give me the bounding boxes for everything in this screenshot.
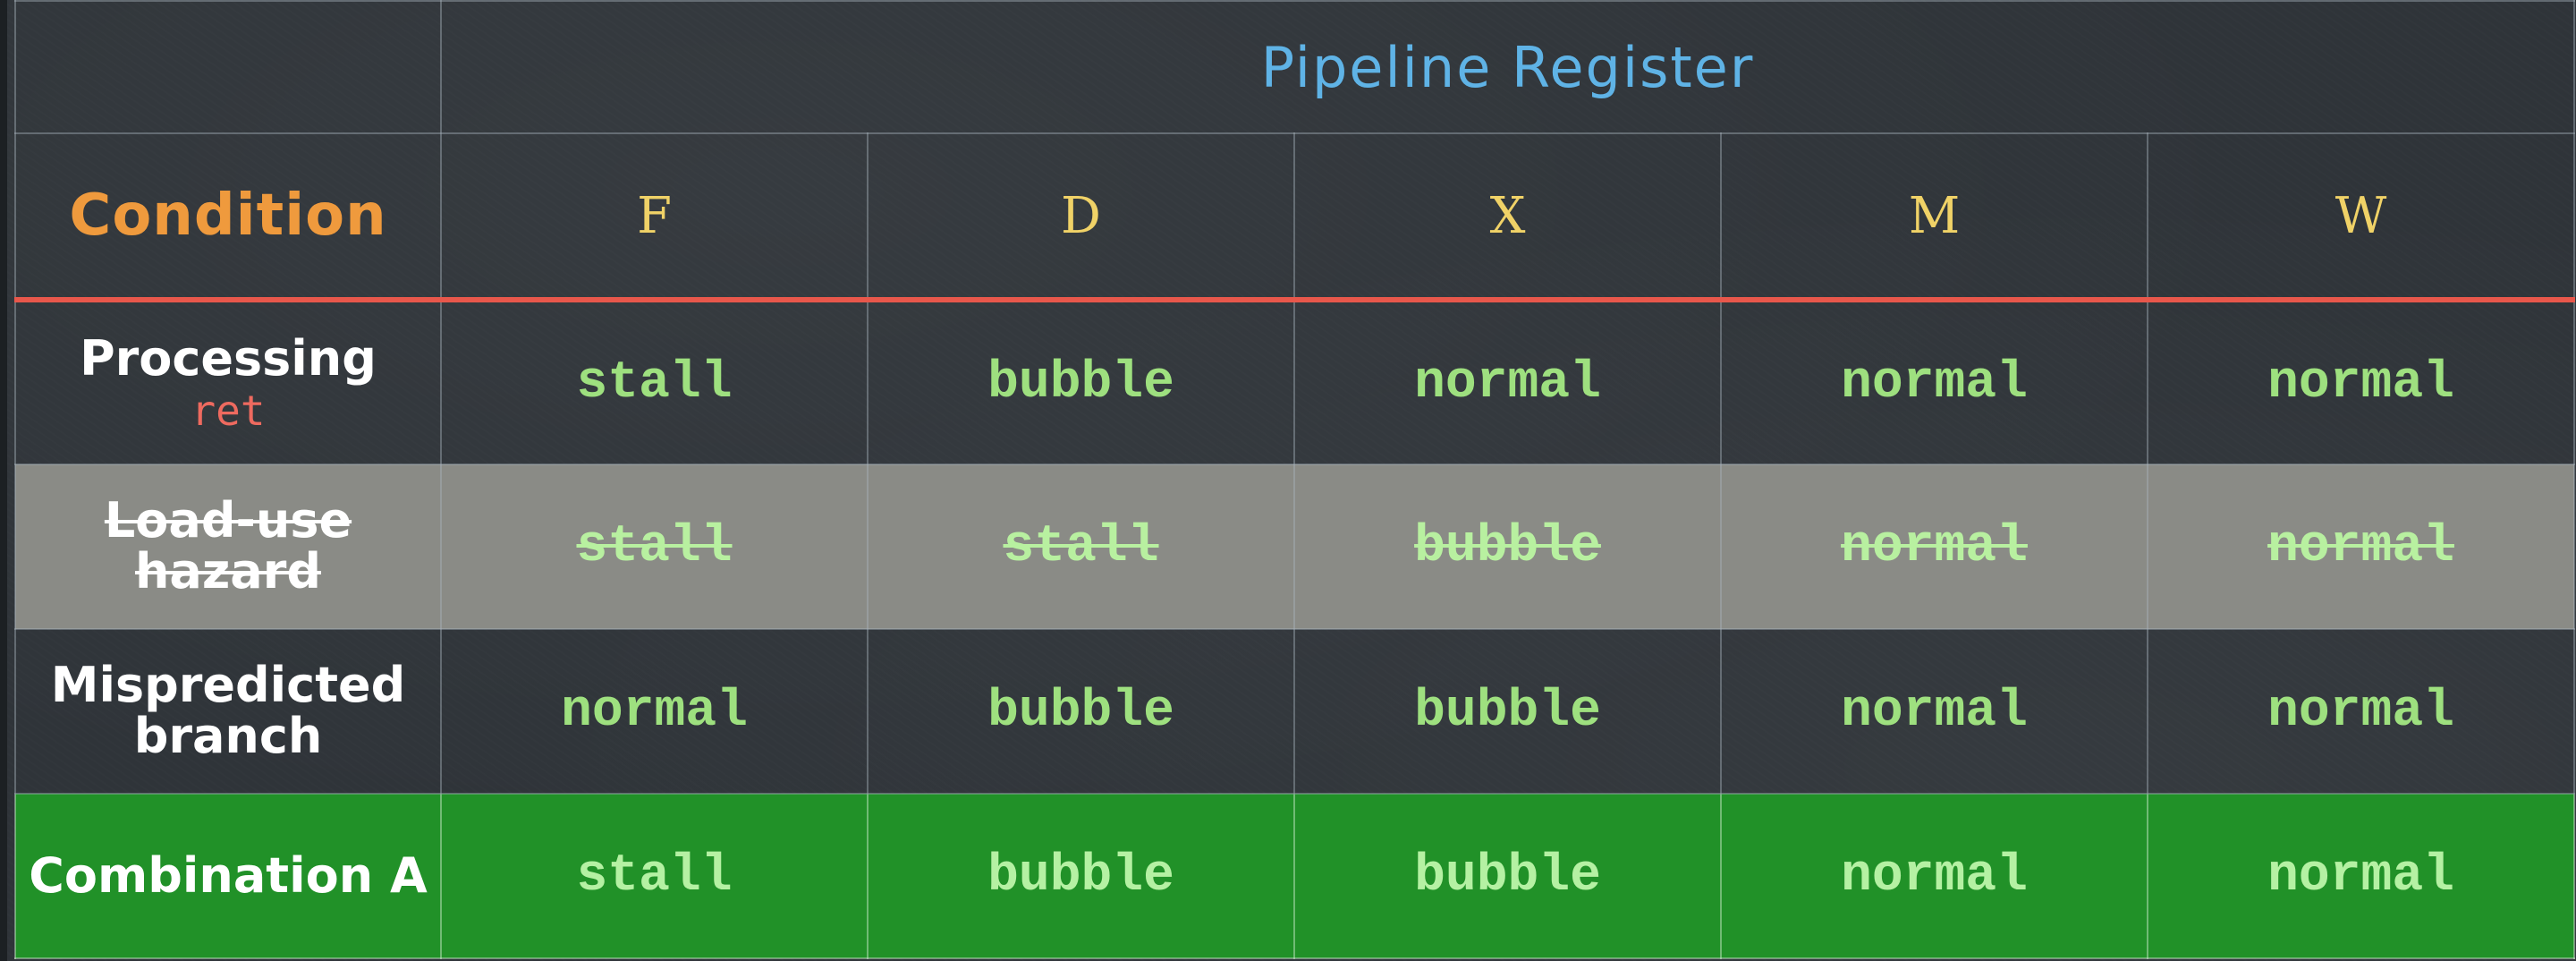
action-cell: normal (2146, 463, 2576, 630)
table-row-processing-ret: Processing ret stall bubble normal norma… (14, 299, 2576, 465)
action-cell: stall (440, 299, 869, 465)
condition-label: Mispredicted branch (50, 657, 406, 764)
condition-cell: Load-use hazard (14, 463, 442, 630)
action-cell: normal (2146, 299, 2576, 465)
action-cell: bubble (1293, 628, 1722, 795)
action-cell: stall (867, 463, 1295, 630)
stage-header-x: X (1293, 132, 1722, 302)
table-row-mispredicted-branch: Mispredicted branch normal bubble bubble… (14, 628, 2576, 795)
condition-cell: Combination A (14, 793, 442, 959)
action-cell: bubble (867, 299, 1295, 465)
stage-header-m: M (1720, 132, 2148, 302)
action-cell: stall (440, 793, 869, 959)
action-cell: bubble (1293, 463, 1722, 630)
action-cell: normal (1720, 463, 2148, 630)
condition-label: Processing (80, 329, 377, 387)
header-row: Condition F D X M W (14, 132, 2576, 302)
table-row-load-use-hazard: Load-use hazard stall stall bubble norma… (14, 463, 2576, 630)
slide: Pipeline Register Condition F D X M W Pr… (0, 0, 2576, 961)
action-cell: normal (1720, 299, 2148, 465)
condition-label: Load-use hazard (104, 492, 352, 600)
stage-header-f: F (440, 132, 869, 302)
corner-cell (14, 0, 442, 134)
action-cell: normal (440, 628, 869, 795)
stage-header-w: W (2146, 132, 2576, 302)
condition-label: Combination A (29, 846, 428, 904)
action-cell: bubble (867, 793, 1295, 959)
action-cell: stall (440, 463, 869, 630)
stage-header-d: D (867, 132, 1295, 302)
condition-sublabel: ret (191, 387, 266, 436)
condition-header: Condition (14, 132, 442, 302)
action-cell: bubble (1293, 793, 1722, 959)
action-cell: normal (2146, 628, 2576, 795)
pipeline-control-table: Pipeline Register Condition F D X M W Pr… (14, 0, 2576, 959)
table-row-combination-a: Combination A stall bubble bubble normal… (14, 793, 2576, 959)
action-cell: normal (1293, 299, 1722, 465)
action-cell: bubble (867, 628, 1295, 795)
action-cell: normal (2146, 793, 2576, 959)
title-row: Pipeline Register (14, 0, 2576, 134)
condition-cell: Processing ret (14, 299, 442, 465)
action-cell: normal (1720, 628, 2148, 795)
action-cell: normal (1720, 793, 2148, 959)
table-title: Pipeline Register (439, 0, 2576, 134)
condition-cell: Mispredicted branch (14, 628, 442, 795)
